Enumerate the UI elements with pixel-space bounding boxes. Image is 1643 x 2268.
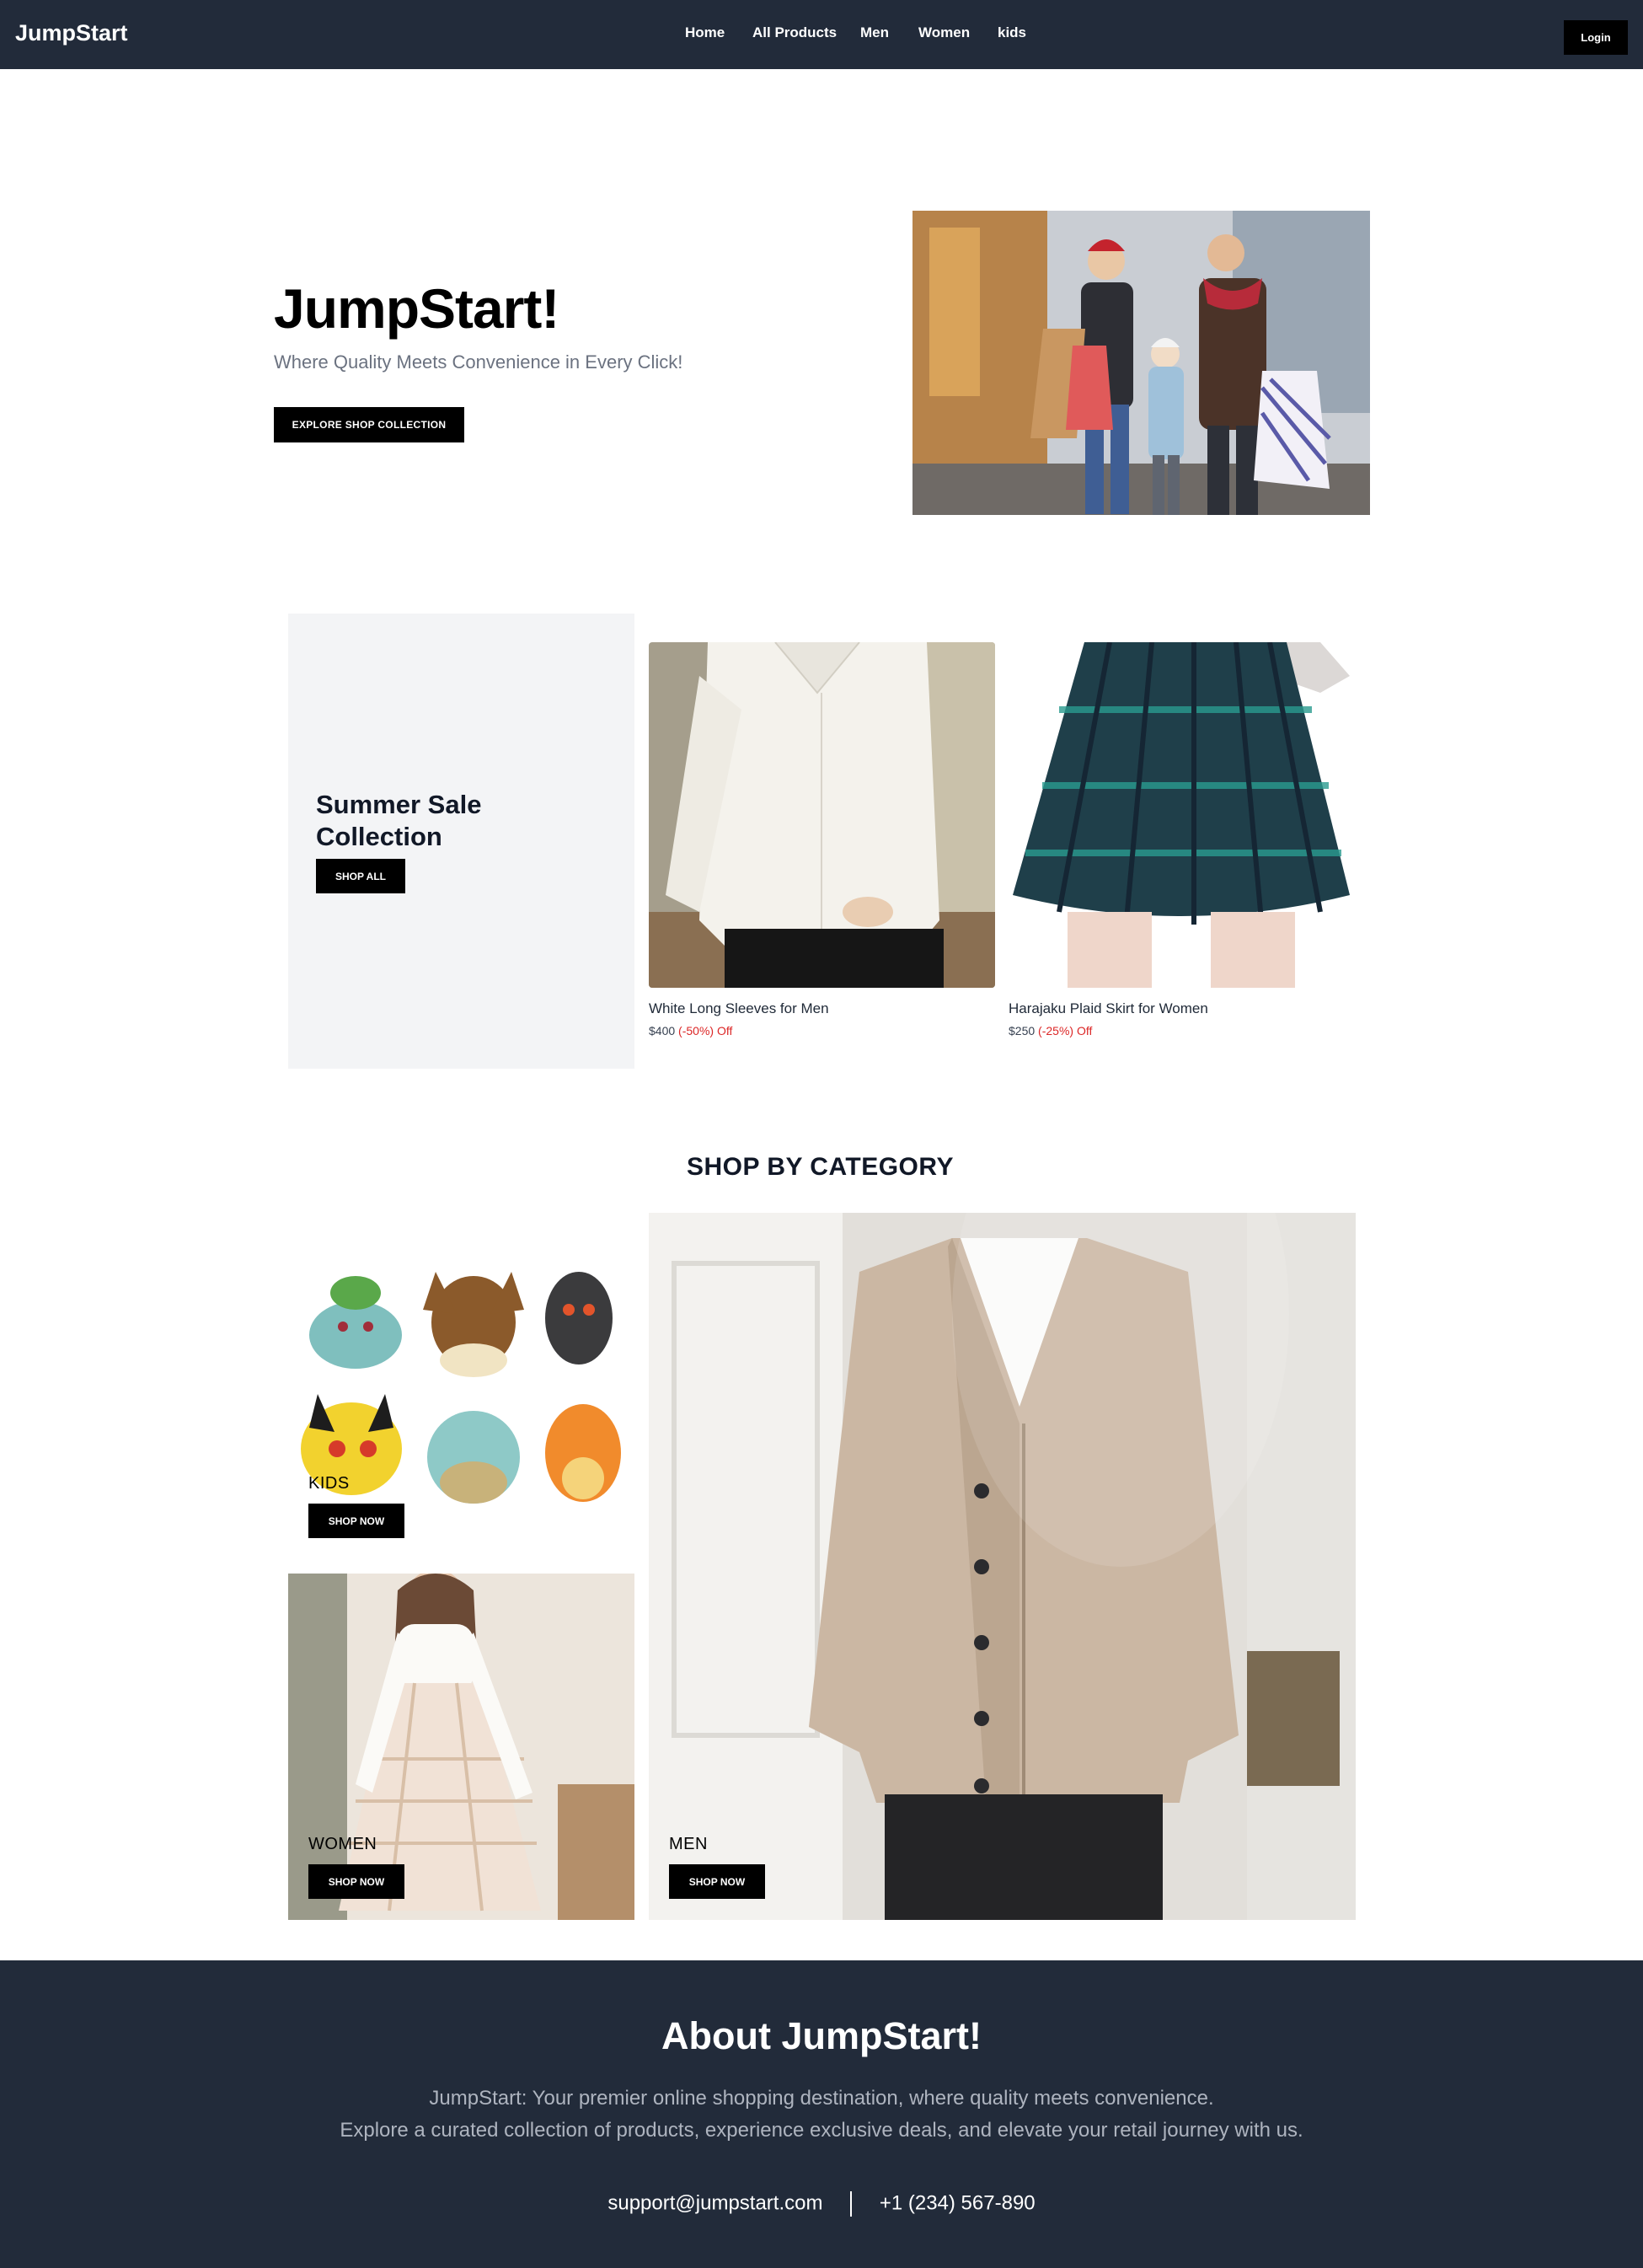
category-card-men[interactable]: MEN SHOP NOW	[649, 1213, 1356, 1920]
product-image-plaid-skirt[interactable]	[1009, 642, 1355, 988]
explore-collection-button[interactable]: EXPLORE SHOP COLLECTION	[274, 407, 464, 442]
navbar: JumpStart Home All Products Men Women ki…	[0, 0, 1643, 69]
about-text-line-1: JumpStart: Your premier online shopping …	[429, 2087, 1214, 2110]
category-heading-text: SHOP BY CATEGORY	[687, 1153, 954, 1181]
nav-all-products[interactable]: All Products	[752, 24, 837, 41]
sale-title: Summer Sale Collection	[316, 790, 482, 851]
phone-number-link[interactable]: +1 (234) 567-890	[880, 2191, 1036, 2214]
shop-now-kids-button[interactable]: SHOP NOW	[308, 1504, 404, 1538]
contact-divider	[850, 2191, 853, 2217]
nav-women[interactable]: Women	[918, 24, 970, 41]
category-label-kids: KIDS	[308, 1474, 350, 1493]
support-email-link[interactable]: support@jumpstart.com	[607, 2191, 822, 2214]
about-title: About JumpStart!	[661, 2014, 982, 2057]
product-name[interactable]: White Long Sleeves for Men	[649, 1000, 829, 1017]
brand-logo[interactable]: JumpStart	[15, 20, 128, 46]
footer	[0, 1960, 1643, 2268]
discount-value: (-50%) Off	[678, 1024, 733, 1037]
shop-now-men-button[interactable]: SHOP NOW	[669, 1864, 765, 1899]
nav-men[interactable]: Men	[860, 24, 889, 41]
shop-all-button[interactable]: SHOP ALL	[316, 859, 405, 893]
contact-info: support@jumpstart.com +1 (234) 567-890	[0, 2191, 1643, 2217]
product-name[interactable]: Harajaku Plaid Skirt for Women	[1009, 1000, 1208, 1017]
hero-title: JumpStart!	[274, 277, 559, 340]
product-image-white-shirt[interactable]	[649, 642, 995, 988]
category-card-women[interactable]: WOMEN SHOP NOW	[288, 1574, 634, 1920]
price-value: $400	[649, 1024, 676, 1037]
nav-home[interactable]: Home	[685, 24, 725, 41]
nav-kids[interactable]: kids	[998, 24, 1026, 41]
hero-subtitle: Where Quality Meets Convenience in Every…	[274, 351, 683, 373]
category-label-men: MEN	[669, 1835, 708, 1853]
category-label-women: WOMEN	[308, 1835, 377, 1853]
product-price: $400 (-50%) Off	[649, 1024, 732, 1037]
product-price: $250 (-25%) Off	[1009, 1024, 1092, 1037]
price-value: $250	[1009, 1024, 1036, 1037]
about-text-line-2: Explore a curated collection of products…	[340, 2119, 1303, 2142]
category-card-kids[interactable]: KIDS SHOP NOW	[288, 1213, 634, 1559]
discount-value: (-25%) Off	[1038, 1024, 1093, 1037]
login-button[interactable]: Login	[1564, 20, 1628, 55]
hero-shopping-family-image	[912, 211, 1370, 515]
shop-now-women-button[interactable]: SHOP NOW	[308, 1864, 404, 1899]
